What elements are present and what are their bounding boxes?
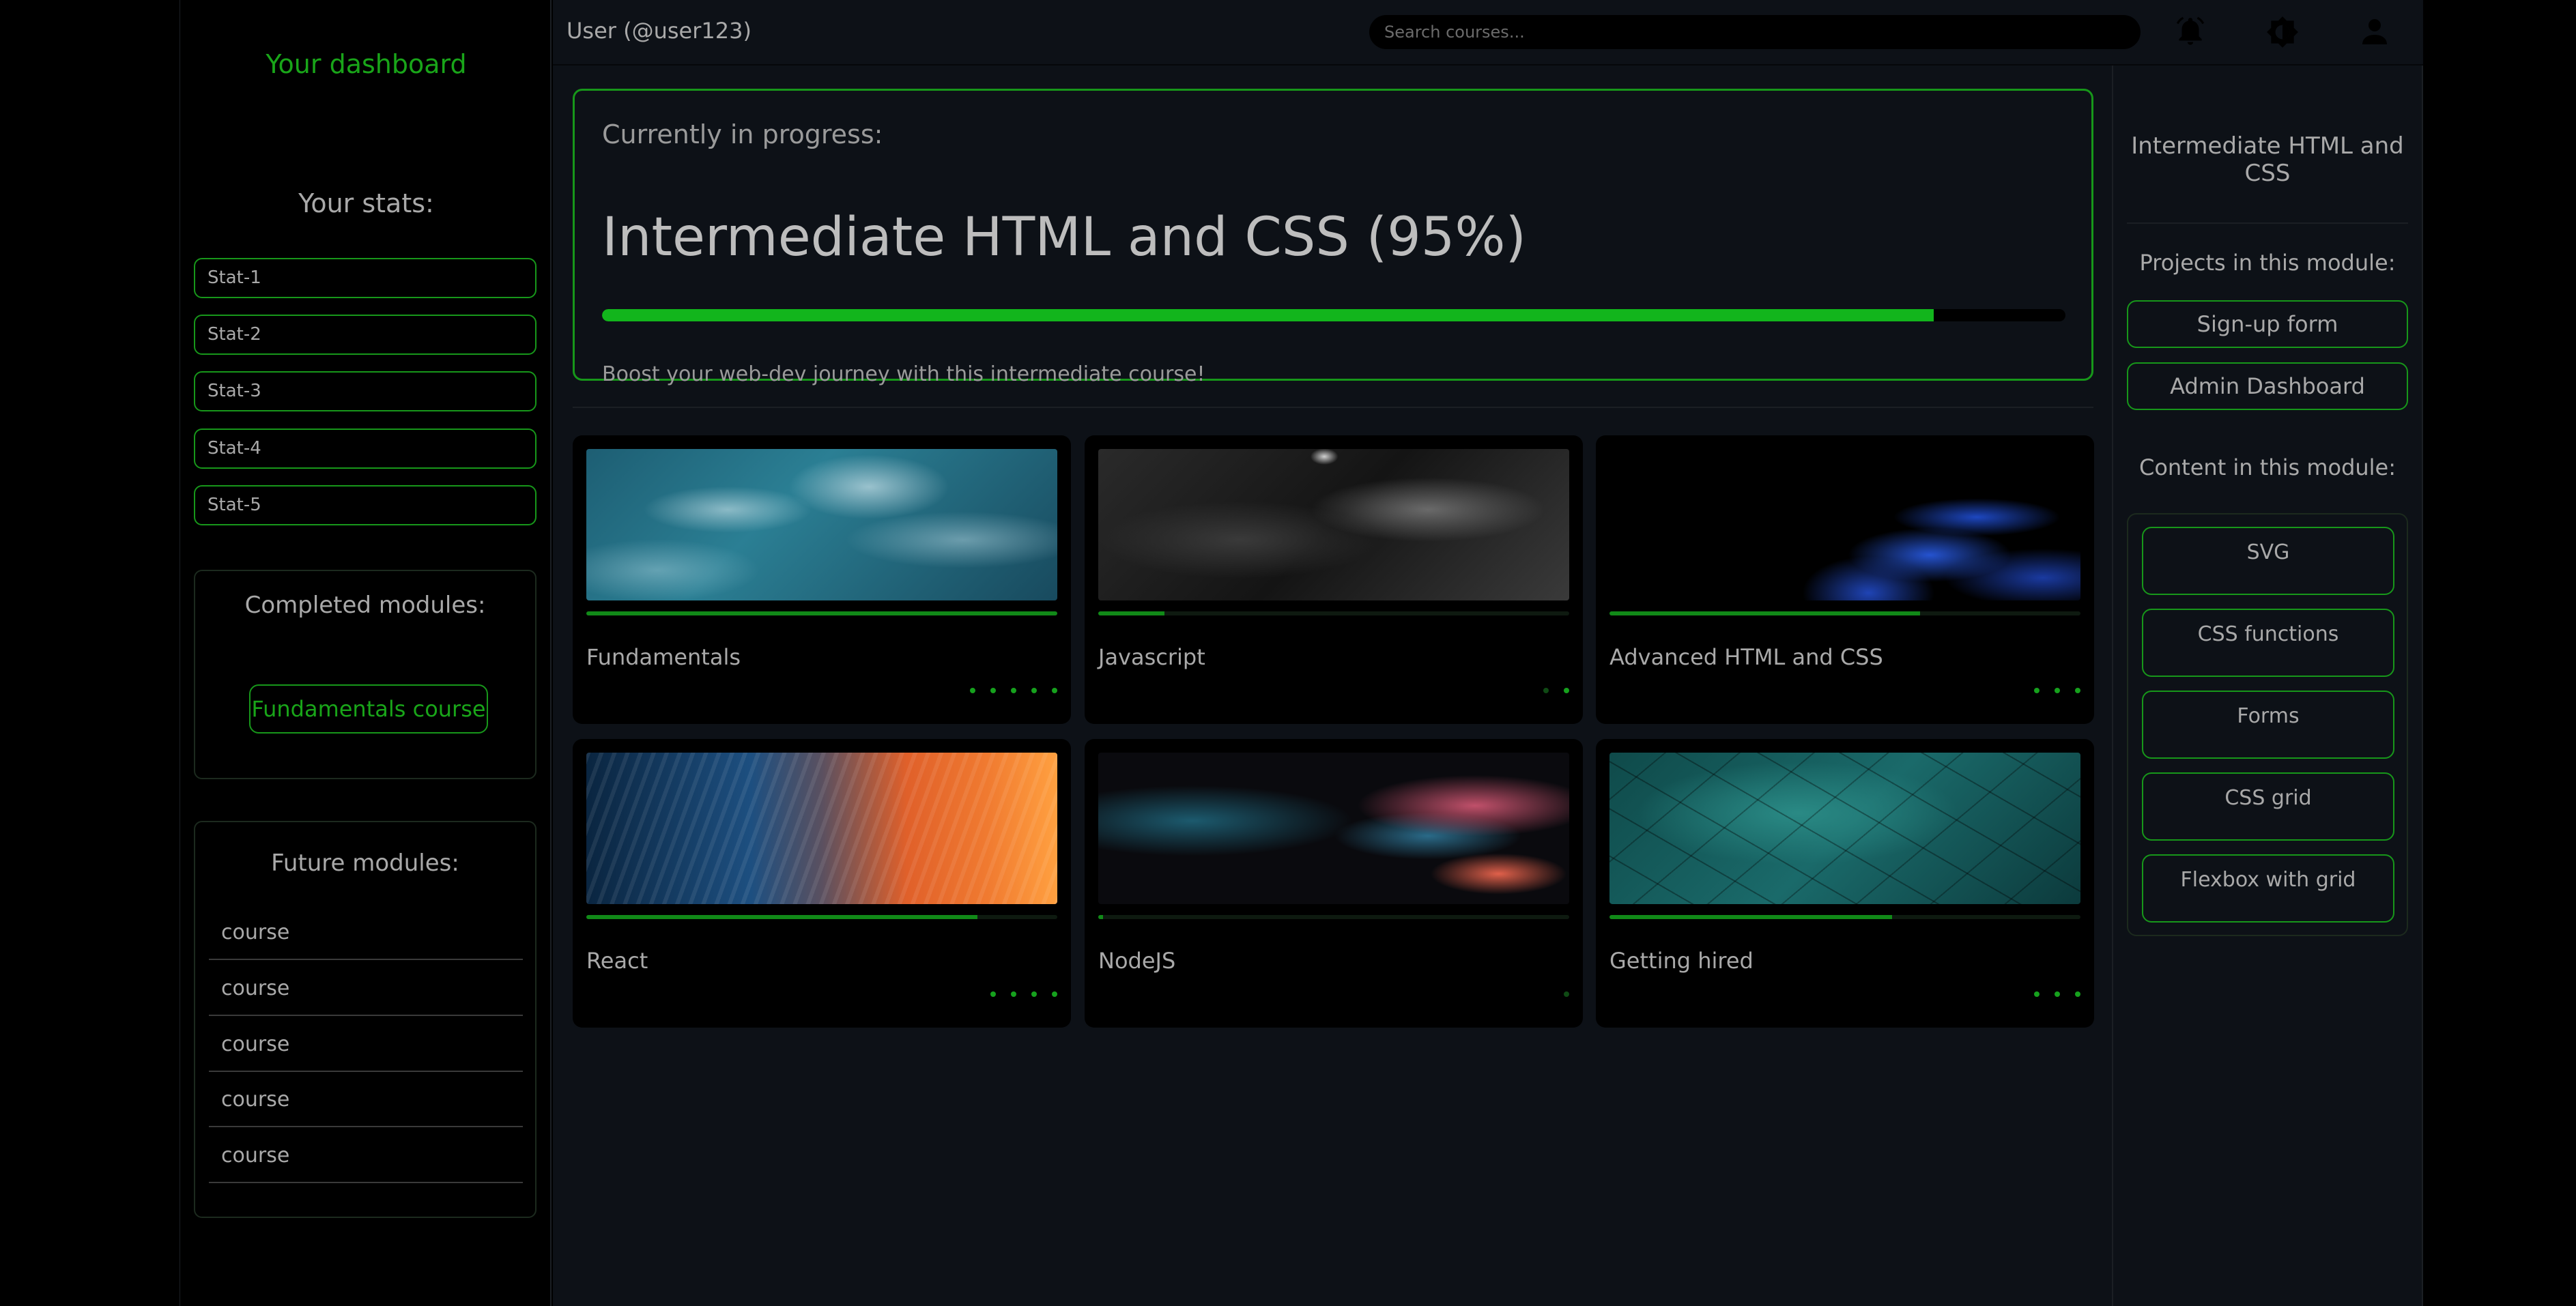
current-course-description: Boost your web-dev journey with this int… xyxy=(602,362,1205,386)
dashboard-title: Your dashboard xyxy=(266,49,467,79)
completed-modules-heading: Completed modules: xyxy=(244,592,486,619)
current-course-card[interactable]: Currently in progress: Intermediate HTML… xyxy=(573,89,2093,386)
rating-dot xyxy=(990,688,996,693)
user-label: User (@user123) xyxy=(567,18,752,44)
course-image-blue-feathers xyxy=(1609,449,2080,600)
future-module-item[interactable]: course xyxy=(209,905,523,960)
content-item[interactable]: Flexbox with grid xyxy=(2142,854,2394,923)
rating-dot xyxy=(1564,991,1569,997)
course-card[interactable]: Advanced HTML and CSS xyxy=(1596,435,2094,724)
course-progress-bar xyxy=(1098,611,1569,615)
course-card[interactable]: React xyxy=(573,739,1071,1028)
main-content: Currently in progress: Intermediate HTML… xyxy=(553,66,2112,1306)
content-list-panel: SVG CSS functions Forms CSS grid Flexbox… xyxy=(2127,513,2408,936)
course-title: NodeJS xyxy=(1098,948,1176,974)
course-image-dark-rock xyxy=(1098,449,1569,600)
course-title: Fundamentals xyxy=(586,644,741,670)
future-module-item[interactable]: course xyxy=(209,1073,523,1127)
course-rating-dots xyxy=(970,688,1057,693)
course-progress-fill xyxy=(1098,915,1103,919)
projects-heading: Projects in this module: xyxy=(2139,250,2396,276)
stat-item[interactable]: Stat-4 xyxy=(194,429,536,469)
right-sidebar: Intermediate HTML and CSS Projects in th… xyxy=(2112,66,2423,1306)
content-item[interactable]: CSS grid xyxy=(2142,772,2394,841)
rating-dot xyxy=(1564,688,1569,693)
course-progress-fill xyxy=(1098,611,1164,615)
rating-dot xyxy=(2075,688,2080,693)
rating-dot xyxy=(2055,991,2060,997)
section-divider xyxy=(573,407,2093,408)
course-progress-bar xyxy=(586,611,1057,615)
rating-dot xyxy=(970,688,975,693)
course-card[interactable]: NodeJS xyxy=(1085,739,1583,1028)
rating-dot xyxy=(2055,688,2060,693)
course-progress-fill xyxy=(1609,611,1921,615)
course-card[interactable]: Javascript xyxy=(1085,435,1583,724)
course-title: Advanced HTML and CSS xyxy=(1609,644,1883,670)
rating-dot xyxy=(1052,688,1057,693)
current-course-title: Intermediate HTML and CSS (95%) xyxy=(602,207,1526,268)
course-progress-bar xyxy=(586,915,1057,919)
stat-item[interactable]: Stat-1 xyxy=(194,258,536,298)
course-progress-fill xyxy=(586,915,977,919)
rating-dot xyxy=(2034,991,2040,997)
future-module-item[interactable]: course xyxy=(209,1129,523,1183)
top-bar: User (@user123) xyxy=(553,0,2423,66)
content-item[interactable]: Forms xyxy=(2142,691,2394,759)
stat-item[interactable]: Stat-5 xyxy=(194,485,536,525)
future-module-item[interactable]: course xyxy=(209,961,523,1016)
course-image-orange-blue-streaks xyxy=(586,753,1057,904)
rating-dot xyxy=(1052,991,1057,997)
profile-icon[interactable] xyxy=(2355,12,2394,52)
course-progress-bar xyxy=(1609,611,2080,615)
content-item[interactable]: SVG xyxy=(2142,527,2394,595)
course-image-smoke-red-blue xyxy=(1098,753,1569,904)
course-progress-fill xyxy=(586,611,1057,615)
section-divider xyxy=(2127,222,2408,224)
course-progress-fill xyxy=(1609,915,1892,919)
course-card[interactable]: Fundamentals xyxy=(573,435,1071,724)
course-rating-dots xyxy=(1543,688,1569,693)
content-heading: Content in this module: xyxy=(2138,454,2396,480)
course-rating-dots xyxy=(1564,991,1569,997)
theme-toggle-icon[interactable] xyxy=(2263,12,2302,52)
rating-dot xyxy=(2075,991,2080,997)
course-title: Getting hired xyxy=(1609,948,1754,974)
current-course-progress-bar xyxy=(602,309,2065,321)
current-course-progress-fill xyxy=(602,309,1934,321)
search-input[interactable] xyxy=(1369,15,2141,49)
course-card[interactable]: Getting hired xyxy=(1596,739,2094,1028)
content-item[interactable]: CSS functions xyxy=(2142,609,2394,677)
course-title: Javascript xyxy=(1098,644,1205,670)
left-sidebar: Your dashboard Your stats: Stat-1 Stat-2… xyxy=(180,0,552,1306)
course-image-ocean-waves xyxy=(586,449,1057,600)
project-button[interactable]: Sign-up form xyxy=(2127,300,2408,348)
completed-modules-panel: Completed modules: Fundamentals course xyxy=(194,570,536,779)
course-rating-dots xyxy=(2034,991,2080,997)
course-rating-dots xyxy=(990,991,1057,997)
course-title: React xyxy=(586,948,648,974)
course-progress-bar xyxy=(1098,915,1569,919)
stat-item[interactable]: Stat-3 xyxy=(194,371,536,411)
future-modules-heading: Future modules: xyxy=(271,850,459,877)
rating-dot xyxy=(1031,991,1037,997)
completed-module-button[interactable]: Fundamentals course xyxy=(249,684,488,734)
bell-icon[interactable] xyxy=(2171,12,2210,52)
course-rating-dots xyxy=(2034,688,2080,693)
rating-dot xyxy=(1011,991,1016,997)
rating-dot xyxy=(1543,688,1549,693)
rating-dot xyxy=(1031,688,1037,693)
future-modules-panel: Future modules: course course course cou… xyxy=(194,821,536,1218)
stats-heading: Your stats: xyxy=(298,188,434,218)
course-progress-bar xyxy=(1609,915,2080,919)
rating-dot xyxy=(2034,688,2040,693)
rating-dot xyxy=(990,991,996,997)
current-course-label: Currently in progress: xyxy=(602,119,883,149)
stat-item[interactable]: Stat-2 xyxy=(194,315,536,355)
future-module-item[interactable]: course xyxy=(209,1017,523,1072)
course-image-teal-leaf xyxy=(1609,753,2080,904)
module-title: Intermediate HTML and CSS xyxy=(2131,132,2404,187)
project-button[interactable]: Admin Dashboard xyxy=(2127,362,2408,410)
rating-dot xyxy=(1011,688,1016,693)
